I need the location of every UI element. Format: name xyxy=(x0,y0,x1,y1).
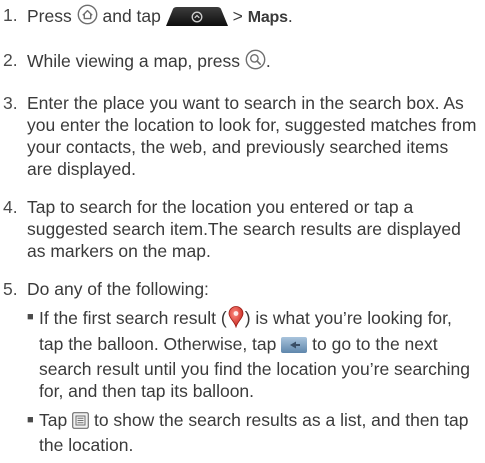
options-list: ■ If the first search result () is what… xyxy=(27,306,477,456)
step-3: 3. Enter the place you want to search in… xyxy=(3,92,477,180)
step-number: 5. xyxy=(3,279,18,299)
step-body: Enter the place you want to search in th… xyxy=(27,92,477,180)
step-3-text: Enter the place you want to search in th… xyxy=(27,93,477,179)
step-body: Do any of the following: ■ If the first … xyxy=(27,278,477,463)
next-arrow-button-icon xyxy=(281,336,308,358)
step-5-text: Do any of the following: xyxy=(27,279,209,299)
step-number: 4. xyxy=(3,197,18,217)
list-view-icon xyxy=(72,412,89,434)
step-2: 2. While viewing a map, press . xyxy=(3,49,477,75)
step-1-text: Press and tap > Maps. xyxy=(27,4,477,31)
home-key-icon xyxy=(77,4,98,30)
all-apps-tab-icon xyxy=(165,7,228,31)
step-body: Press and tap > Maps. xyxy=(27,4,477,31)
step-body: Tap to search for the location you enter… xyxy=(27,196,477,262)
map-marker-icon xyxy=(227,306,245,333)
step-1: 1. Press and tap > Maps. xyxy=(3,4,477,31)
step-5: 5. Do any of the following: ■ If the fir… xyxy=(3,278,477,463)
bullet-marker: ■ xyxy=(27,311,34,323)
bullet-text: Tap to show the search results as a list… xyxy=(39,410,469,455)
search-key-icon xyxy=(245,49,266,75)
step-4-text: Tap to search for the location you enter… xyxy=(27,197,461,261)
step-2-text: While viewing a map, press . xyxy=(27,49,477,75)
step-number: 2. xyxy=(3,50,18,70)
instructions-page: 1. Press and tap > Maps. 2. While viewin… xyxy=(0,0,485,455)
list-item: ■ If the first search result () is what… xyxy=(27,306,477,402)
step-4: 4. Tap to search for the location you en… xyxy=(3,196,477,262)
step-body: While viewing a map, press . xyxy=(27,49,477,75)
step-number: 1. xyxy=(3,5,18,25)
list-item: ■ Tap to show the search results as a li… xyxy=(27,409,477,456)
step-number: 3. xyxy=(3,93,18,113)
bullet-text: If the first search result () is what y… xyxy=(39,306,470,401)
bullet-marker: ■ xyxy=(27,414,34,426)
